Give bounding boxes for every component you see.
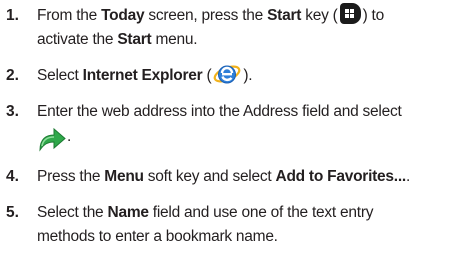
start-menu-label: Start — [117, 31, 152, 48]
internet-explorer-label: Internet Explorer — [82, 67, 203, 85]
step-line: Enter the web address into the Address f… — [37, 103, 402, 120]
step-line: From the Today screen, press the Start k… — [37, 3, 447, 28]
step-text: Select the Name field and use one of the… — [37, 201, 447, 249]
step-line: Select the Name field and use one of the… — [37, 204, 374, 221]
step-text: From the Today screen, press the Start k… — [37, 3, 447, 52]
green-go-arrow-icon — [39, 127, 66, 152]
step-number: 5. — [6, 204, 19, 221]
add-to-favorites-label: Add to Favorites... — [275, 168, 407, 185]
step-number: 2. — [6, 67, 19, 84]
step-number: 4. — [6, 168, 19, 185]
menu-key-label: Menu — [104, 168, 144, 185]
step-text: Select Internet Explorer ( ). — [37, 64, 447, 88]
step-number: 3. — [6, 103, 19, 120]
step-line: Select Internet Explorer ( ). — [37, 64, 447, 88]
internet-explorer-icon — [214, 65, 241, 84]
step-line: methods to enter a bookmark name. — [37, 228, 278, 245]
today-screen-label: Today — [101, 7, 145, 24]
windows-start-key-icon — [339, 3, 361, 25]
instruction-list: 1. From the Today screen, press the Star… — [0, 0, 452, 259]
step-line: activate the Start menu. — [37, 31, 198, 48]
step-line: . — [37, 124, 447, 154]
step-text: Press the Menu soft key and select Add t… — [37, 165, 447, 189]
name-field-label: Name — [107, 204, 149, 221]
start-key-label: Start — [267, 7, 302, 24]
step-line: Press the Menu soft key and select Add t… — [37, 168, 411, 185]
step-number: 1. — [6, 7, 19, 24]
step-text: Enter the web address into the Address f… — [37, 100, 447, 154]
